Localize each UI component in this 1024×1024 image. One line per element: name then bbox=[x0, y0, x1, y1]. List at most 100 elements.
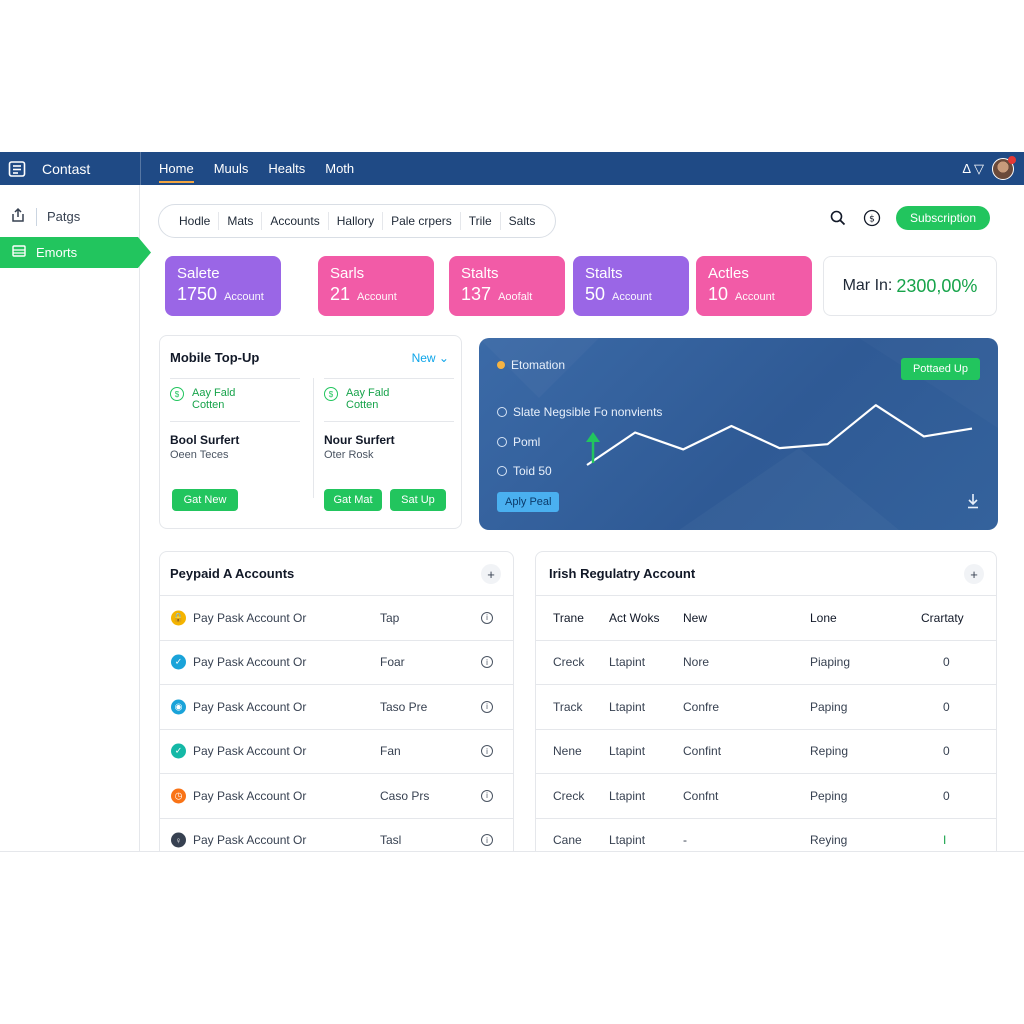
tab-salts[interactable]: Salts bbox=[501, 212, 544, 230]
column-header[interactable]: Trane bbox=[553, 611, 584, 625]
account-type: Fan bbox=[380, 744, 401, 759]
table-row[interactable]: ✓ Pay Pask Account Or Foar i bbox=[160, 639, 513, 685]
info-icon[interactable]: i bbox=[481, 611, 493, 624]
nav-muuls[interactable]: Muuls bbox=[214, 152, 249, 185]
table-cell: Peping bbox=[810, 788, 848, 803]
nav-home[interactable]: Home bbox=[159, 152, 194, 185]
top-nav: Home Muuls Healts Moth bbox=[159, 152, 354, 185]
info-icon[interactable]: i bbox=[481, 700, 493, 713]
topbar-right: Δ ▽ bbox=[962, 152, 1016, 185]
table-row[interactable]: ✓ Pay Pask Account Or Fan i bbox=[160, 728, 513, 774]
pin-icon bbox=[497, 361, 505, 369]
account-name: Pay Pask Account Or bbox=[193, 610, 307, 625]
stat-title: Sarls bbox=[330, 265, 365, 282]
table-cell: I bbox=[943, 833, 947, 848]
info-icon[interactable]: i bbox=[481, 745, 493, 758]
table-cell: Confre bbox=[683, 699, 720, 714]
info-icon[interactable]: i bbox=[481, 834, 493, 847]
table-cell: Confint bbox=[683, 744, 722, 759]
search-icon[interactable] bbox=[828, 208, 848, 228]
stat-card[interactable]: Actles 10 Account bbox=[696, 256, 812, 316]
table-row[interactable]: Cane Ltapint - Reying I bbox=[536, 817, 996, 852]
download-icon[interactable] bbox=[966, 493, 980, 514]
posted-up-button[interactable]: Pottaed Up bbox=[900, 358, 980, 380]
topup-status: $ Aay Fald Cotten bbox=[170, 378, 300, 411]
stat-card[interactable]: Stalts 137 Aoofalt bbox=[449, 256, 565, 316]
tab-bar: Hodle Mats Accounts Hallory Pale crpers … bbox=[158, 204, 557, 238]
account-type: Foar bbox=[380, 655, 405, 670]
topup-column: $ Aay Fald Cotten Bool Surfert Oeen Teces bbox=[170, 378, 300, 461]
info-icon[interactable]: i bbox=[481, 789, 493, 802]
table-cell: 0 bbox=[943, 744, 950, 759]
stat-card[interactable]: Salete 1750 Account bbox=[165, 256, 281, 316]
topup-name: Nour Surfert bbox=[324, 433, 395, 447]
stat-title: Actles bbox=[708, 265, 749, 282]
brand[interactable]: Contast bbox=[8, 152, 90, 185]
get-mat-button[interactable]: Gat Mat bbox=[324, 489, 382, 511]
circle-icon bbox=[497, 407, 507, 417]
table-cell: Track bbox=[553, 699, 583, 714]
add-icon[interactable]: + bbox=[964, 564, 984, 584]
subscription-button[interactable]: Subscription bbox=[895, 206, 990, 230]
stat-wide-label: Mar In: bbox=[842, 277, 893, 294]
tab-pale-crpers[interactable]: Pale crpers bbox=[383, 212, 461, 230]
table-cell: 0 bbox=[943, 655, 950, 670]
tab-hodle[interactable]: Hodle bbox=[171, 212, 220, 230]
get-new-button[interactable]: Gat New bbox=[172, 489, 238, 511]
avatar[interactable] bbox=[992, 155, 1016, 180]
topup-name: Bool Surfert bbox=[170, 433, 240, 447]
info-icon[interactable]: i bbox=[481, 656, 493, 669]
table-row[interactable]: Nene Ltapint Confint Reping 0 bbox=[536, 728, 996, 774]
check-icon: ✓ bbox=[171, 654, 186, 670]
estimation-item-label: Toid 50 bbox=[513, 464, 552, 478]
table-row[interactable]: ◉ Pay Pask Account Or Taso Pre i bbox=[160, 684, 513, 729]
topup-status: $ Aay Fald Cotten bbox=[324, 378, 454, 411]
sidebar-item-emorts[interactable]: Emorts bbox=[0, 237, 151, 268]
regulatory-account-table: Irish Regulatry Account + Trane Act Woks N… bbox=[535, 551, 997, 852]
key-icon: ♀ bbox=[171, 832, 186, 848]
add-icon[interactable]: + bbox=[481, 564, 501, 584]
column-header[interactable]: Lone bbox=[810, 611, 837, 625]
table-row[interactable]: ◷ Pay Pask Account Or Caso Prs i bbox=[160, 773, 513, 818]
column-header[interactable]: Act Woks bbox=[609, 611, 659, 625]
status-line: Aay Fald bbox=[346, 387, 390, 399]
prepaid-accounts-table: Peypaid A Accounts + 🔒 Pay Pask Account O… bbox=[159, 551, 514, 852]
status-line: Cotten bbox=[346, 399, 379, 411]
status-circle-icon: $ bbox=[170, 387, 184, 401]
stat-value-line: 10 Account bbox=[708, 284, 800, 305]
stat-card[interactable]: Sarls 21 Account bbox=[318, 256, 434, 316]
table-title: Irish Regulatry Account bbox=[549, 566, 696, 581]
stat-value: 21 bbox=[330, 284, 351, 304]
estimation-panel: Etomation Pottaed Up Slate Negsible Fo n… bbox=[479, 338, 998, 530]
nav-healts[interactable]: Healts bbox=[268, 152, 305, 185]
sidebar-item-patgs[interactable]: Patgs bbox=[10, 207, 80, 226]
table-cell: Creck bbox=[553, 655, 585, 670]
tab-mats[interactable]: Mats bbox=[219, 212, 263, 230]
column-header[interactable]: Crartaty bbox=[921, 611, 964, 625]
topup-details: Bool Surfert Oeen Teces bbox=[170, 421, 300, 461]
tab-trile[interactable]: Trile bbox=[461, 212, 501, 230]
notifications-icon[interactable]: Δ ▽ bbox=[962, 161, 984, 177]
tab-accounts[interactable]: Accounts bbox=[262, 212, 329, 230]
stat-value-line: 1750 Account bbox=[177, 284, 269, 305]
column-header[interactable]: New bbox=[683, 611, 707, 625]
topup-column: $ Aay Fald Cotten Nour Surfert Oter Rosk bbox=[324, 378, 454, 461]
currency-icon[interactable]: $ bbox=[862, 208, 882, 228]
nav-moth[interactable]: Moth bbox=[325, 152, 354, 185]
table-row[interactable]: ♀ Pay Pask Account Or Tasl i bbox=[160, 817, 513, 852]
table-row[interactable]: Creck Ltapint Nore Piaping 0 bbox=[536, 639, 996, 685]
topup-details: Nour Surfert Oter Rosk bbox=[324, 421, 454, 461]
apply-peal-button[interactable]: Aply Peal bbox=[497, 492, 560, 512]
table-row[interactable]: Track Ltapint Confre Paping 0 bbox=[536, 684, 996, 729]
estimation-item: Toid 50 bbox=[497, 464, 552, 478]
stat-card[interactable]: Stalts 50 Account bbox=[573, 256, 689, 316]
set-up-button[interactable]: Sat Up bbox=[390, 489, 446, 511]
table-cell: Ltapint bbox=[609, 744, 646, 759]
new-dropdown[interactable]: New ⌄ bbox=[412, 351, 449, 365]
table-cell: 0 bbox=[943, 788, 950, 803]
table-row[interactable]: 🔒 Pay Pask Account Or Tap i bbox=[160, 595, 513, 640]
estimation-item-label: Poml bbox=[513, 435, 541, 449]
table-row[interactable]: Creck Ltapint Confnt Peping 0 bbox=[536, 773, 996, 818]
tab-hallory[interactable]: Hallory bbox=[329, 212, 384, 230]
check-icon: ✓ bbox=[171, 743, 186, 759]
